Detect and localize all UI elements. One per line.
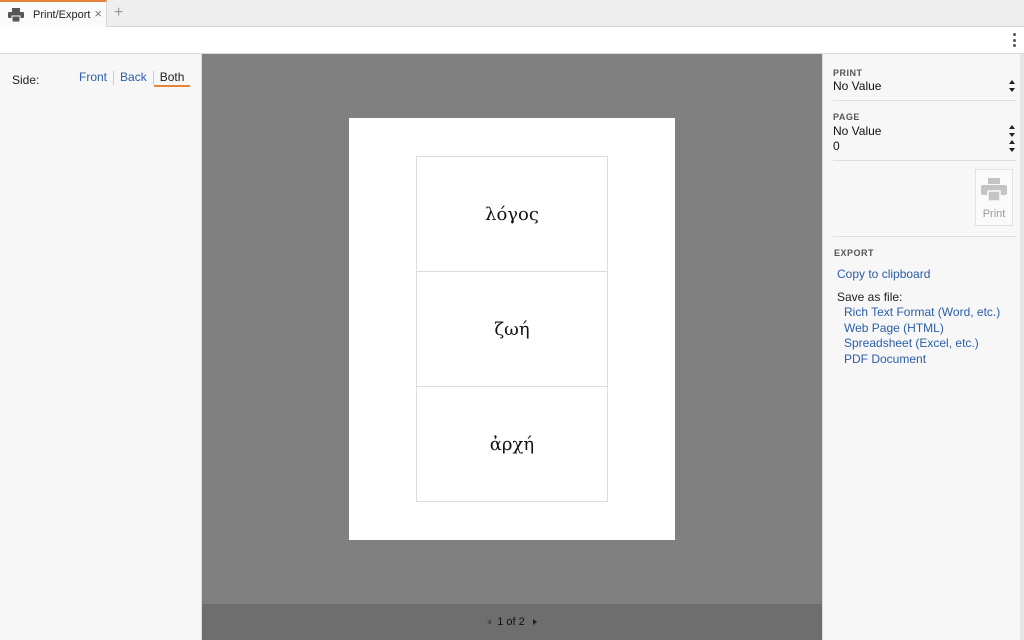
print-button-label: Print	[982, 208, 1006, 220]
printer-select[interactable]: No Value	[833, 79, 1017, 93]
tab-label: Print/Export	[33, 8, 91, 21]
select-arrows-icon	[1009, 125, 1015, 137]
save-as-file-label: Save as file:	[837, 290, 903, 304]
page-select-value: No Value	[833, 124, 882, 138]
page-number-stepper[interactable]: 0	[833, 139, 1017, 153]
toolbar	[0, 27, 1024, 54]
side-option-back[interactable]: Back	[114, 69, 153, 87]
more-options-icon[interactable]	[1011, 33, 1017, 47]
printer-icon	[981, 178, 1007, 202]
export-pdf-link[interactable]: PDF Document	[844, 352, 926, 366]
printer-icon	[8, 7, 24, 22]
page-heading: PAGE	[833, 112, 860, 122]
preview-page: λόγος ζωή ἀρχή	[349, 118, 675, 540]
side-selector: Front Back Both	[73, 69, 191, 87]
options-panel: PRINT No Value PAGE No Value 0 Print EXP…	[822, 54, 1024, 640]
print-preview: λόγος ζωή ἀρχή	[202, 54, 822, 604]
add-tab-icon[interactable]: +	[114, 4, 123, 22]
previous-page-icon[interactable]	[487, 619, 492, 625]
divider	[833, 236, 1016, 237]
page-number-value: 0	[833, 139, 840, 153]
export-spreadsheet-link[interactable]: Spreadsheet (Excel, etc.)	[844, 336, 979, 350]
export-rtf-link[interactable]: Rich Text Format (Word, etc.)	[844, 305, 1000, 319]
side-panel: Side: Front Back Both	[0, 54, 202, 640]
export-html-link[interactable]: Web Page (HTML)	[844, 321, 944, 335]
tab-print-export[interactable]: Print/Export ×	[0, 0, 107, 27]
scrollbar[interactable]	[1020, 54, 1024, 640]
close-tab-icon[interactable]: ×	[94, 7, 102, 21]
side-option-front[interactable]: Front	[73, 69, 113, 87]
pager-bar: 1 of 2	[202, 604, 822, 640]
printer-select-value: No Value	[833, 79, 882, 93]
divider	[833, 100, 1016, 101]
export-heading: EXPORT	[834, 248, 875, 258]
card-cell: ζωή	[417, 272, 607, 387]
divider	[833, 160, 1016, 161]
card-cell: λόγος	[417, 157, 607, 272]
side-label: Side:	[12, 73, 40, 87]
tab-bar: Print/Export × +	[0, 0, 1024, 27]
card-cell: ἀρχή	[489, 433, 535, 455]
copy-to-clipboard-link[interactable]: Copy to clipboard	[837, 267, 930, 281]
select-arrows-icon	[1009, 80, 1015, 92]
stepper-arrows-icon	[1009, 140, 1015, 152]
next-page-icon[interactable]	[532, 619, 537, 625]
card-grid: λόγος ζωή ἀρχή	[416, 156, 608, 502]
page-select[interactable]: No Value	[833, 124, 1017, 138]
page-indicator: 1 of 2	[497, 616, 525, 628]
print-heading: PRINT	[833, 68, 863, 78]
print-button[interactable]: Print	[975, 169, 1013, 226]
side-option-both[interactable]: Both	[153, 69, 191, 87]
